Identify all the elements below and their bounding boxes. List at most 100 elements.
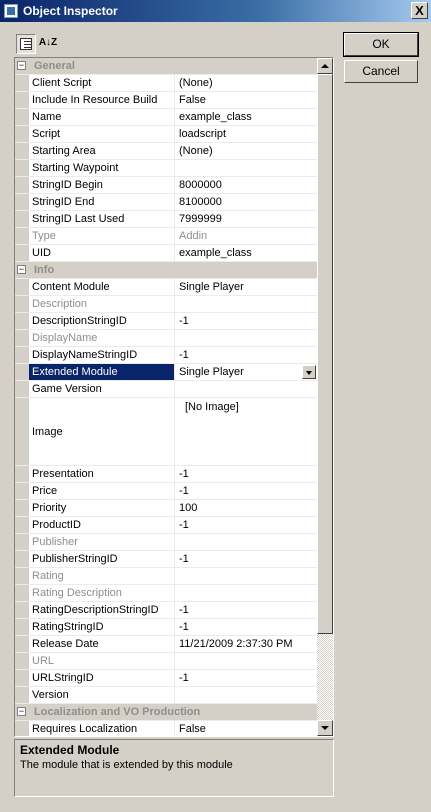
property-row[interactable]: Extended Module Single Player: [15, 364, 318, 381]
category-row[interactable]: − General: [15, 58, 318, 75]
property-name[interactable]: Presentation: [29, 466, 175, 482]
property-row[interactable]: Release Date 11/21/2009 2:37:30 PM: [15, 636, 318, 653]
property-value[interactable]: Single Player: [176, 279, 318, 295]
property-value[interactable]: [176, 381, 318, 397]
alphabetical-view-button[interactable]: A↓Z: [38, 34, 58, 54]
categorized-view-button[interactable]: [16, 34, 36, 54]
property-row[interactable]: PublisherStringID -1: [15, 551, 318, 568]
property-row[interactable]: StringID Begin 8000000: [15, 177, 318, 194]
category-row[interactable]: − Info: [15, 262, 318, 279]
property-name[interactable]: Publisher: [29, 534, 175, 550]
property-row[interactable]: Rating: [15, 568, 318, 585]
property-name[interactable]: Priority: [29, 500, 175, 516]
property-row[interactable]: UID example_class: [15, 245, 318, 262]
property-row[interactable]: Starting Area (None): [15, 143, 318, 160]
property-name[interactable]: RatingStringID: [29, 619, 175, 635]
property-value[interactable]: [176, 160, 318, 176]
property-name[interactable]: Client Script: [29, 75, 175, 91]
property-name[interactable]: Game Version: [29, 381, 175, 397]
property-row[interactable]: RatingDescriptionStringID -1: [15, 602, 318, 619]
property-row[interactable]: Include In Resource Build False: [15, 92, 318, 109]
property-row[interactable]: Type Addin: [15, 228, 318, 245]
property-name[interactable]: StringID Last Used: [29, 211, 175, 227]
category-row[interactable]: − Localization and VO Production: [15, 704, 318, 721]
property-value[interactable]: False: [176, 92, 318, 108]
property-value[interactable]: -1: [176, 619, 318, 635]
property-row[interactable]: Presentation -1: [15, 466, 318, 483]
property-row[interactable]: Image [No Image]: [15, 398, 318, 466]
property-value[interactable]: 100: [176, 500, 318, 516]
property-name[interactable]: Release Date: [29, 636, 175, 652]
ok-button[interactable]: OK: [343, 32, 419, 57]
collapse-icon[interactable]: −: [17, 265, 26, 274]
close-button[interactable]: X: [411, 2, 428, 19]
property-name[interactable]: URL: [29, 653, 175, 669]
property-name[interactable]: Version: [29, 687, 175, 703]
property-value[interactable]: -1: [176, 466, 318, 482]
property-row[interactable]: DisplayNameStringID -1: [15, 347, 318, 364]
property-row[interactable]: RatingStringID -1: [15, 619, 318, 636]
dropdown-arrow-icon[interactable]: [302, 365, 316, 379]
property-value[interactable]: 11/21/2009 2:37:30 PM: [176, 636, 318, 652]
property-value[interactable]: -1: [176, 551, 318, 567]
property-value[interactable]: [176, 687, 318, 703]
property-name[interactable]: Include In Resource Build: [29, 92, 175, 108]
cancel-button[interactable]: Cancel: [344, 60, 418, 83]
property-name[interactable]: ProductID: [29, 517, 175, 533]
property-row[interactable]: StringID Last Used 7999999: [15, 211, 318, 228]
property-value[interactable]: 8100000: [176, 194, 318, 210]
property-row[interactable]: URLStringID -1: [15, 670, 318, 687]
property-value[interactable]: -1: [176, 602, 318, 618]
property-value[interactable]: Single Player: [176, 364, 318, 380]
property-row[interactable]: Price -1: [15, 483, 318, 500]
property-value[interactable]: (None): [176, 143, 318, 159]
collapse-icon[interactable]: −: [17, 707, 26, 716]
property-name[interactable]: DisplayName: [29, 330, 175, 346]
property-value[interactable]: -1: [176, 517, 318, 533]
property-name[interactable]: DisplayNameStringID: [29, 347, 175, 363]
property-row[interactable]: Script loadscript: [15, 126, 318, 143]
property-row[interactable]: DescriptionStringID -1: [15, 313, 318, 330]
property-row[interactable]: Requires Localization False: [15, 721, 318, 736]
property-row[interactable]: Client Script (None): [15, 75, 318, 92]
property-row[interactable]: DisplayName: [15, 330, 318, 347]
property-row[interactable]: Game Version: [15, 381, 318, 398]
scroll-down-button[interactable]: [317, 720, 333, 736]
property-value[interactable]: -1: [176, 670, 318, 686]
property-value[interactable]: example_class: [176, 245, 318, 261]
property-name[interactable]: Price: [29, 483, 175, 499]
property-name[interactable]: StringID End: [29, 194, 175, 210]
property-row[interactable]: StringID End 8100000: [15, 194, 318, 211]
property-value[interactable]: -1: [176, 483, 318, 499]
property-name[interactable]: RatingDescriptionStringID: [29, 602, 175, 618]
property-name[interactable]: UID: [29, 245, 175, 261]
property-name[interactable]: DescriptionStringID: [29, 313, 175, 329]
property-name[interactable]: Type: [29, 228, 175, 244]
property-row[interactable]: URL: [15, 653, 318, 670]
property-name[interactable]: Image: [29, 398, 175, 465]
property-value[interactable]: 8000000: [176, 177, 318, 193]
property-row[interactable]: ProductID -1: [15, 517, 318, 534]
scroll-up-button[interactable]: [317, 58, 333, 74]
property-name[interactable]: PublisherStringID: [29, 551, 175, 567]
property-row[interactable]: Name example_class: [15, 109, 318, 126]
property-name[interactable]: Requires Localization: [29, 721, 175, 736]
property-name[interactable]: Rating: [29, 568, 175, 584]
property-value[interactable]: False: [176, 721, 318, 736]
property-row[interactable]: Version: [15, 687, 318, 704]
collapse-icon[interactable]: −: [17, 61, 26, 70]
property-name[interactable]: Name: [29, 109, 175, 125]
property-name[interactable]: Starting Area: [29, 143, 175, 159]
scroll-thumb[interactable]: [317, 74, 333, 634]
property-name[interactable]: Script: [29, 126, 175, 142]
property-name[interactable]: URLStringID: [29, 670, 175, 686]
vertical-scrollbar[interactable]: [317, 58, 333, 736]
property-value[interactable]: [No Image]: [176, 398, 318, 465]
property-row[interactable]: Content Module Single Player: [15, 279, 318, 296]
property-name[interactable]: Starting Waypoint: [29, 160, 175, 176]
property-value[interactable]: -1: [176, 347, 318, 363]
property-value[interactable]: example_class: [176, 109, 318, 125]
property-name[interactable]: Rating Description: [29, 585, 175, 601]
property-name[interactable]: Content Module: [29, 279, 175, 295]
property-value[interactable]: loadscript: [176, 126, 318, 142]
